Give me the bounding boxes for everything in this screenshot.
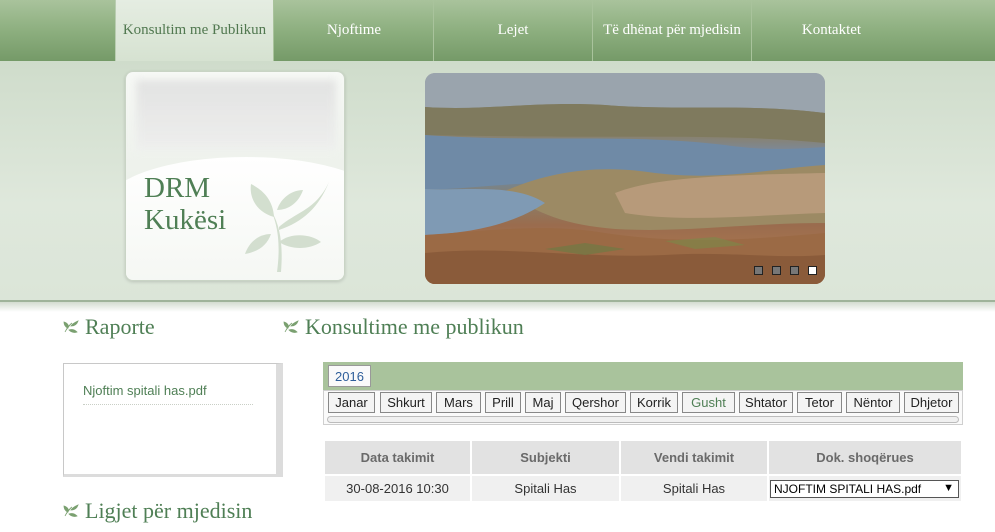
slide-dot-3[interactable] bbox=[790, 266, 799, 275]
plant-leaf-icon bbox=[245, 182, 329, 272]
month-tab-janar[interactable]: Janar bbox=[328, 392, 375, 413]
month-tab-maj[interactable]: Maj bbox=[525, 392, 561, 413]
logo-card-gloss bbox=[136, 80, 336, 150]
month-tab-shtator[interactable]: Shtator bbox=[739, 392, 793, 413]
consultations-heading: Konsultime me publikun bbox=[283, 314, 524, 340]
month-scrollbar[interactable] bbox=[327, 416, 959, 423]
nav-te-dhenat-per-mjedisin[interactable]: Të dhënat për mjedisin bbox=[593, 0, 752, 61]
cell-venue: Spitali Has bbox=[621, 476, 767, 501]
laws-heading: Ligjet për mjedisin bbox=[63, 498, 252, 524]
year-tab-2016[interactable]: 2016 bbox=[328, 365, 371, 387]
slide-dot-1[interactable] bbox=[754, 266, 763, 275]
logo-line-1: DRM bbox=[144, 172, 211, 204]
logo-line-2: Kukësi bbox=[144, 204, 227, 236]
month-tab-mars[interactable]: Mars bbox=[436, 392, 481, 413]
column-header-subject: Subjekti bbox=[472, 441, 619, 474]
column-header-document: Dok. shoqërues bbox=[769, 441, 961, 474]
laws-heading-label: Ligjet për mjedisin bbox=[85, 498, 253, 523]
year-tab-bar bbox=[323, 362, 963, 390]
column-header-date: Data takimit bbox=[325, 441, 470, 474]
cell-subject: Spitali Has bbox=[472, 476, 619, 501]
month-tab-dhjetor[interactable]: Dhjetor bbox=[904, 392, 959, 413]
month-tab-shkurt[interactable]: Shkurt bbox=[380, 392, 432, 413]
cell-date: 30-08-2016 10:30 bbox=[325, 476, 470, 501]
logo-card[interactable]: DRM Kukësi bbox=[125, 71, 345, 281]
leaf-bullet-icon bbox=[283, 320, 299, 334]
month-tab-prill[interactable]: Prill bbox=[485, 392, 521, 413]
document-select[interactable]: NJOFTIM SPITALI HAS.pdf ▼ bbox=[770, 480, 959, 498]
document-select-value: NJOFTIM SPITALI HAS.pdf bbox=[774, 482, 922, 496]
month-tab-gusht[interactable]: Gusht bbox=[682, 392, 735, 413]
slide-dot-4[interactable] bbox=[808, 266, 817, 275]
header-slideshow[interactable] bbox=[425, 73, 825, 284]
consultations-heading-label: Konsultime me publikun bbox=[305, 314, 524, 339]
month-tab-korrik[interactable]: Korrik bbox=[630, 392, 678, 413]
report-link[interactable]: Njoftim spitali has.pdf bbox=[83, 383, 253, 405]
nav-konsultim-me-publikun[interactable]: Konsultim me Publikun bbox=[115, 0, 274, 61]
reports-box bbox=[63, 363, 283, 477]
month-tab-tetor[interactable]: Tetor bbox=[797, 392, 842, 413]
month-tab-qershor[interactable]: Qershor bbox=[565, 392, 626, 413]
reports-heading: Raporte bbox=[63, 314, 155, 340]
month-tab-nentor[interactable]: Nëntor bbox=[846, 392, 900, 413]
slide-dot-2[interactable] bbox=[772, 266, 781, 275]
site-logo-text: DRM Kukësi bbox=[144, 172, 226, 236]
column-header-venue: Vendi takimit bbox=[621, 441, 767, 474]
dropdown-arrow-icon: ▼ bbox=[943, 482, 954, 494]
landscape-photo bbox=[425, 73, 825, 284]
header-shadow bbox=[0, 302, 995, 312]
nav-kontaktet[interactable]: Kontaktet bbox=[752, 0, 911, 61]
leaf-bullet-icon bbox=[63, 504, 79, 518]
nav-lejet[interactable]: Lejet bbox=[434, 0, 593, 61]
nav-njoftime[interactable]: Njoftime bbox=[275, 0, 434, 61]
reports-heading-label: Raporte bbox=[85, 314, 155, 339]
leaf-bullet-icon bbox=[63, 320, 79, 334]
